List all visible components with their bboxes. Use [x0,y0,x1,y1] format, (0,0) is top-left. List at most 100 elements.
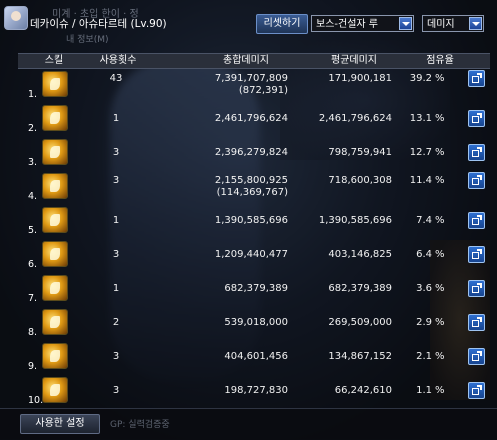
row-percent-sign: % [435,317,445,328]
row-count: 3 [112,351,120,362]
row-percent-sign: % [435,73,445,84]
row-percent-sign: % [435,175,445,186]
chevron-down-icon[interactable] [399,17,412,30]
row-count: 1 [112,283,120,294]
row-share: 39.2 [409,73,432,84]
table-row: 1. 43 7,391,707,809 (872,391) 171,900,181 39.… [18,69,490,101]
row-share: 13.1 [409,113,432,124]
row-total: 7,391,707,809 [214,73,288,84]
row-rank: 7. [28,293,38,304]
share-icon[interactable] [468,172,485,189]
skill-icon [42,343,68,369]
row-total: 198,727,830 [224,385,288,396]
row-total: 682,379,389 [224,283,288,294]
share-icon[interactable] [468,348,485,365]
share-icon[interactable] [468,144,485,161]
row-percent-sign: % [435,215,445,226]
reset-button[interactable]: 리셋하기 [256,14,308,34]
row-count: 3 [112,147,120,158]
row-share: 1.1 [416,385,432,396]
row-count: 1 [112,113,120,124]
share-icon[interactable] [468,212,485,229]
skill-icon [42,241,68,267]
row-count: 2 [112,317,120,328]
share-icon[interactable] [468,246,485,263]
row-rank: 8. [28,327,38,338]
row-average: 682,379,389 [328,283,392,294]
row-total: 2,155,800,925 [214,175,288,186]
row-average: 798,759,941 [328,147,392,158]
column-skill: 스킬 [44,55,64,66]
table-row: 4. 3 2,155,800,925 (114,369,767) 718,600,308… [18,171,490,203]
row-rank: 9. [28,361,38,372]
row-percent-sign: % [435,147,445,158]
background-info-text: 내 정보(M) [66,35,109,45]
row-average: 1,390,585,696 [318,215,392,226]
column-total: 총합데미지 [223,55,269,66]
row-share: 7.4 [416,215,432,226]
row-average: 269,509,000 [328,317,392,328]
boss-select-value: 보스-건설자 루 [316,19,378,30]
skill-icon [42,207,68,233]
share-icon[interactable] [468,110,485,127]
row-share: 6.4 [416,249,432,260]
row-total-sub: (872,391) [238,85,288,96]
column-share: 점유율 [426,55,454,66]
chevron-down-icon[interactable] [469,17,482,30]
row-average: 134,867,152 [328,351,392,362]
metric-select[interactable]: 데미지 [422,15,484,32]
row-percent-sign: % [435,249,445,260]
row-average: 403,146,825 [328,249,392,260]
avatar [4,6,28,30]
table-row: 10. 3 198,727,830 66,242,610 1.1% [18,375,490,407]
table-row: 6. 3 1,209,440,477 403,146,825 6.4% [18,239,490,271]
row-rank: 2. [28,123,38,134]
row-count: 1 [112,215,120,226]
row-count: 3 [112,385,120,396]
row-total: 539,018,000 [224,317,288,328]
table-row: 2. 1 2,461,796,624 2,461,796,624 13.1% [18,103,490,135]
row-rank: 4. [28,191,38,202]
row-rank: 5. [28,225,38,236]
column-average: 평균데미지 [331,55,377,66]
table-row: 5. 1 1,390,585,696 1,390,585,696 7.4% [18,205,490,237]
table-row: 8. 2 539,018,000 269,509,000 2.9% [18,307,490,339]
row-rank: 1. [28,89,38,100]
row-average: 718,600,308 [328,175,392,186]
row-percent-sign: % [435,351,445,362]
row-count: 3 [112,249,120,260]
row-rank: 6. [28,259,38,270]
row-percent-sign: % [435,385,445,396]
used-settings-button[interactable]: 사용한 설정 [20,414,100,434]
row-total: 1,209,440,477 [214,249,288,260]
row-share: 12.7 [409,147,432,158]
row-share: 3.6 [416,283,432,294]
table-row: 3. 3 2,396,279,824 798,759,941 12.7% [18,137,490,169]
row-total: 2,461,796,624 [214,113,288,124]
share-icon[interactable] [468,382,485,399]
share-icon[interactable] [468,314,485,331]
skill-icon [42,71,68,97]
row-average: 2,461,796,624 [318,113,392,124]
table-row: 7. 1 682,379,389 682,379,389 3.6% [18,273,490,305]
row-share: 2.1 [416,351,432,362]
background-footer-text: GP: 실력검증중 [110,420,170,430]
row-percent-sign: % [435,283,445,294]
share-icon[interactable] [468,280,485,297]
share-icon[interactable] [468,70,485,87]
top-bar: 미계 · 초입 한이 · 정 데카이슈 / 아슈타르테 (Lv.90) 내 정보… [0,0,497,54]
skill-icon [42,377,68,403]
row-average: 171,900,181 [328,73,392,84]
skill-icon [42,309,68,335]
table-header: 스킬 사용횟수 총합데미지 평균데미지 점유율 [18,53,490,69]
row-total: 1,390,585,696 [214,215,288,226]
row-total-sub: (114,369,767) [216,187,288,198]
row-total: 404,601,456 [224,351,288,362]
row-rank: 10. [28,395,44,406]
skill-icon [42,275,68,301]
row-count: 43 [109,73,123,84]
row-share: 2.9 [416,317,432,328]
character-name: 데카이슈 / 아슈타르테 (Lv.90) [30,18,167,30]
boss-select[interactable]: 보스-건설자 루 [311,15,414,32]
column-count: 사용횟수 [99,55,137,66]
